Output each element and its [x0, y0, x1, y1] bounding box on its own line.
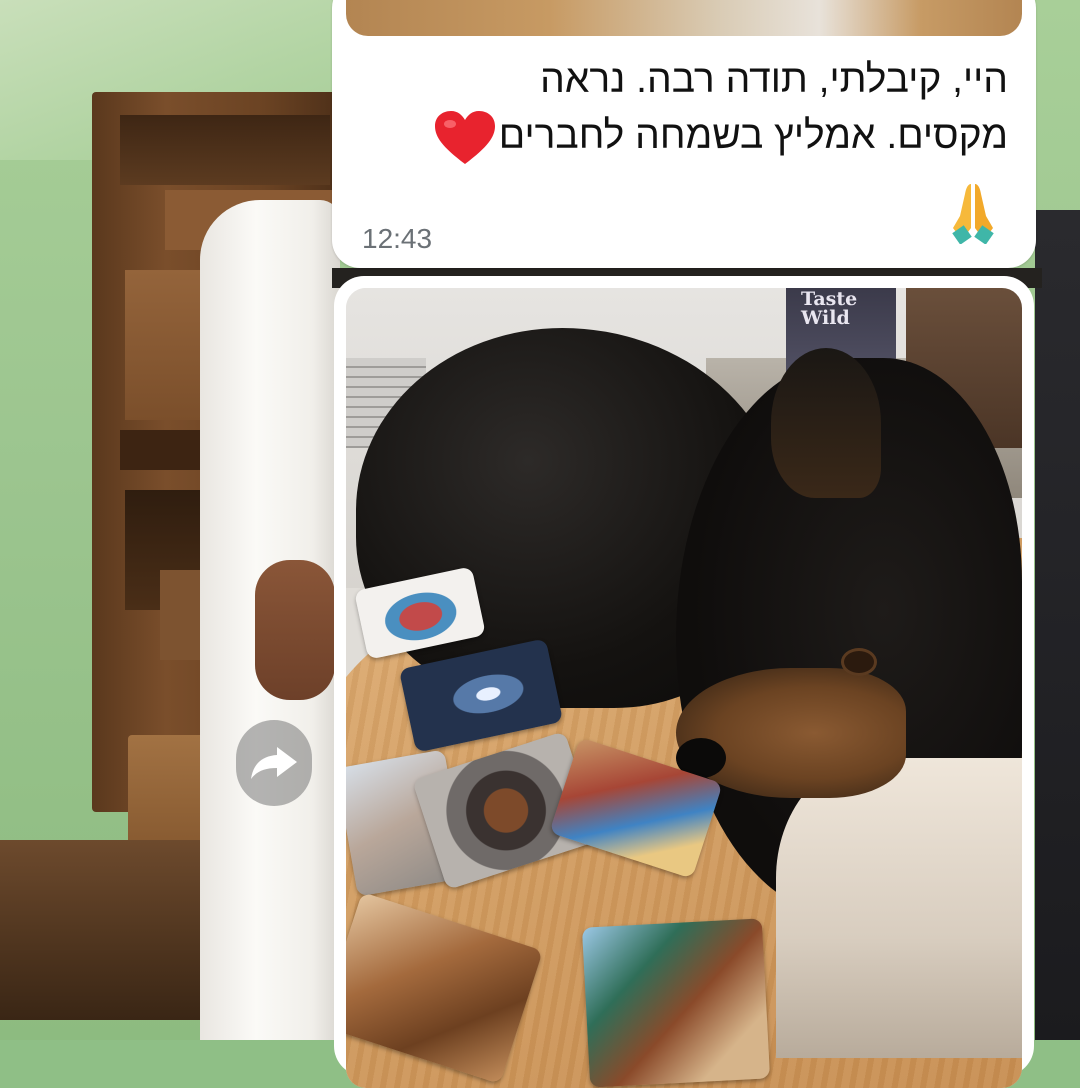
photo-dog-eye [841, 648, 877, 676]
folded-hands-emoji [952, 184, 994, 244]
message-line-2: מקסים. אמליץ בשמחה לחברים [358, 108, 1008, 166]
photo-bag-text: Taste Wild [801, 290, 857, 328]
photo-bag-text-line2: Wild [801, 307, 850, 329]
previous-image-preview[interactable] [346, 0, 1022, 36]
forward-button[interactable] [236, 720, 312, 806]
message-line-1: היי, קיבלתי, תודה רבה. נראה [540, 58, 1008, 101]
message-bubble-image[interactable]: Taste Wild [334, 276, 1034, 1088]
wallpaper-hand [255, 560, 335, 700]
photo-dog-muzzle [676, 668, 906, 798]
wallpaper-shelf-compartment [120, 115, 330, 185]
wallpaper-old-table [0, 840, 230, 1020]
message-timestamp: 12:43 [362, 223, 433, 254]
photo-card-puppy [581, 918, 771, 1088]
wallpaper-dark-suit [1035, 210, 1080, 1040]
dog-with-cards-photo[interactable]: Taste Wild [346, 288, 1022, 1088]
message-bubble-text[interactable]: היי, קיבלתי, תודה רבה. נראה מקסים. אמליץ… [332, 0, 1036, 268]
photo-dog-ear [771, 348, 881, 498]
message-line-2-text: מקסים. אמליץ בשמחה לחברים [498, 114, 1008, 157]
message-text: היי, קיבלתי, תודה רבה. נראה מקסים. אמליץ… [358, 52, 1008, 166]
heart-emoji [434, 110, 495, 164]
forward-arrow-icon [251, 747, 297, 779]
photo-dog-chest [776, 758, 1022, 1058]
